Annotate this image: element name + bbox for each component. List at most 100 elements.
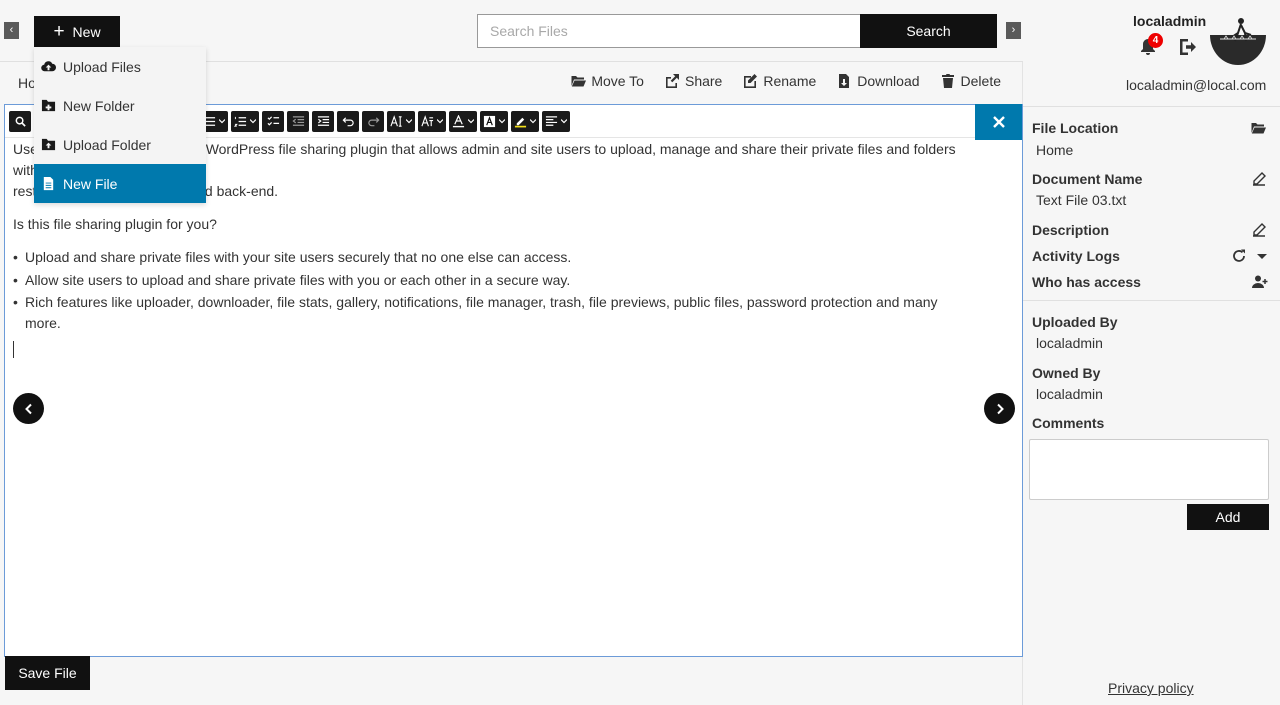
pencil-icon[interactable] — [1251, 171, 1267, 187]
chevron-left-icon — [24, 403, 32, 414]
folder-open-icon[interactable] — [1250, 120, 1266, 136]
intro-text-line2: nd back-end. — [197, 183, 279, 199]
save-file-button[interactable]: Save File — [5, 656, 90, 690]
notification-badge: 4 — [1148, 33, 1163, 48]
chevron-down-icon — [499, 119, 505, 124]
undo-icon — [342, 116, 354, 126]
activity-logs-label: Activity Logs — [1032, 248, 1120, 264]
list-item: Upload and share private files with your… — [13, 247, 976, 268]
delete-button[interactable]: Delete — [940, 73, 1001, 89]
search-button[interactable]: Search — [860, 14, 997, 48]
description-label: Description — [1032, 222, 1110, 238]
sidebar-divider — [1023, 106, 1280, 107]
add-comment-label: Add — [1215, 509, 1241, 525]
chevron-down-icon — [219, 119, 225, 124]
pencil-icon[interactable] — [1251, 222, 1267, 238]
user-name: localadmin — [1133, 13, 1207, 29]
redo-button[interactable] — [362, 110, 384, 132]
checklist-icon — [267, 115, 279, 126]
checklist-button[interactable] — [262, 110, 284, 132]
intro-text-line2-prefix: rest — [13, 183, 37, 199]
search-replace-icon — [15, 116, 26, 127]
font-color-icon — [452, 114, 465, 127]
font-size-button[interactable] — [387, 110, 415, 132]
comments-label: Comments — [1032, 415, 1105, 431]
align-button[interactable] — [542, 110, 570, 132]
list-item: Allow site users to upload and share pri… — [13, 270, 976, 291]
avatar[interactable] — [1210, 17, 1266, 65]
list-item: Rich features like uploader, downloader,… — [13, 292, 976, 334]
previous-file-button[interactable] — [13, 393, 44, 424]
menu-item-upload-folder[interactable]: Upload Folder — [34, 125, 206, 164]
add-user-icon[interactable] — [1252, 274, 1268, 290]
cloud-upload-icon — [41, 61, 56, 72]
numbered-list-icon — [234, 116, 247, 127]
undo-button[interactable] — [337, 110, 359, 132]
folder-plus-icon — [41, 99, 56, 112]
new-dropdown-menu: Upload Files New Folder Upload Folder Ne… — [34, 47, 206, 203]
menu-item-label: Upload Folder — [63, 136, 151, 153]
menu-item-new-folder[interactable]: New Folder — [34, 86, 206, 125]
menu-item-upload-files[interactable]: Upload Files — [34, 47, 206, 86]
chevron-right-icon — [996, 403, 1004, 414]
move-to-button[interactable]: Move To — [570, 73, 644, 89]
background-color-icon — [483, 115, 496, 127]
folder-open-icon — [571, 76, 587, 87]
rename-button[interactable]: Rename — [742, 73, 816, 89]
delete-label: Delete — [960, 73, 1001, 89]
feature-list: Upload and share private files with your… — [13, 247, 976, 334]
outdent-button[interactable] — [287, 110, 309, 132]
share-icon — [665, 74, 679, 88]
outdent-icon — [291, 115, 304, 126]
share-label: Share — [684, 73, 723, 89]
chevron-down-icon — [561, 119, 567, 124]
owned-by-label: Owned By — [1032, 365, 1101, 381]
search-button-label: Search — [906, 23, 951, 39]
uploaded-by-label: Uploaded By — [1032, 314, 1118, 330]
indent-button[interactable] — [312, 110, 334, 132]
font-size-icon — [390, 114, 402, 127]
font-color-button[interactable] — [449, 110, 477, 132]
add-comment-button[interactable]: Add — [1187, 504, 1269, 530]
align-left-icon — [545, 115, 558, 126]
close-icon — [992, 116, 1005, 128]
file-location-label: File Location — [1032, 120, 1119, 136]
trash-icon — [941, 74, 954, 88]
menu-item-new-file[interactable]: New File — [34, 164, 206, 203]
chevron-down-icon — [406, 119, 412, 124]
search-input[interactable] — [477, 14, 861, 48]
chevron-down-icon — [250, 119, 256, 124]
scroll-right-button[interactable]: › — [1006, 22, 1021, 39]
privacy-policy-link[interactable]: Privacy policy — [1108, 680, 1194, 696]
user-email: localadmin@local.com — [1126, 77, 1267, 93]
plus-icon: + — [53, 21, 65, 42]
refresh-icon[interactable] — [1231, 248, 1247, 264]
save-file-label: Save File — [18, 665, 77, 681]
font-family-button[interactable] — [418, 110, 446, 132]
highlight-button[interactable] — [511, 110, 539, 132]
comments-input[interactable] — [1029, 439, 1269, 500]
numbered-list-button[interactable] — [231, 110, 259, 132]
uploaded-by-value: localadmin — [1036, 335, 1103, 351]
folder-upload-icon — [41, 138, 56, 151]
owned-by-value: localadmin — [1036, 386, 1103, 402]
logout-icon[interactable] — [1178, 37, 1200, 57]
share-button[interactable]: Share — [664, 73, 722, 89]
download-button[interactable]: Download — [836, 73, 920, 89]
find-replace-button[interactable] — [9, 110, 31, 132]
chevron-down-icon[interactable] — [1254, 248, 1270, 264]
chevron-down-icon — [437, 119, 443, 124]
document-name-value: Text File 03.txt — [1036, 192, 1127, 208]
menu-item-label: New File — [63, 175, 118, 192]
new-button[interactable]: + New — [34, 16, 120, 47]
close-editor-button[interactable] — [975, 104, 1022, 140]
sidebar-divider — [1023, 300, 1280, 301]
download-icon — [839, 74, 850, 88]
chevron-down-icon — [468, 119, 474, 124]
background-color-button[interactable] — [480, 110, 508, 132]
next-file-button[interactable] — [984, 393, 1015, 424]
scroll-left-button[interactable]: ‹ — [4, 22, 19, 39]
file-actions: Move To Share Rename Download Delete — [570, 73, 1001, 89]
document-name-label: Document Name — [1032, 171, 1143, 187]
who-has-access-label: Who has access — [1032, 274, 1141, 290]
